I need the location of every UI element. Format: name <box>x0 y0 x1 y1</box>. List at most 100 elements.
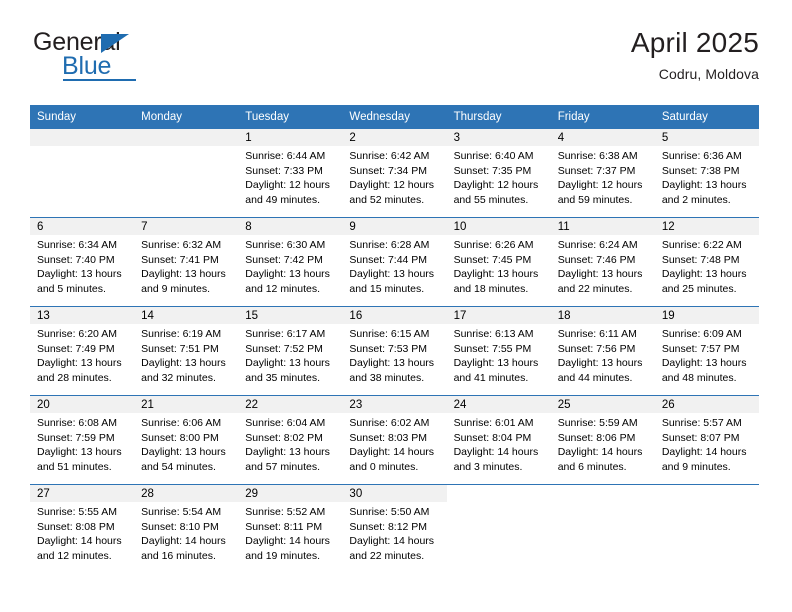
sunset-time: Sunset: 7:45 PM <box>453 253 532 266</box>
calendar-day-cell[interactable]: 10 Sunrise: 6:26 AM Sunset: 7:45 PM Dayligh… <box>446 217 551 307</box>
calendar-day-cell[interactable]: 4 Sunrise: 6:38 AM Sunset: 7:37 PM Daylight… <box>550 129 655 218</box>
daylight-duration-line2: and 51 minutes. <box>37 460 112 473</box>
sunrise-time: Sunrise: 5:52 AM <box>245 506 326 518</box>
calendar-day-cell[interactable]: 16 Sunrise: 6:15 AM Sunset: 7:53 PM Dayligh… <box>342 306 447 396</box>
calendar-day-cell[interactable]: 27 Sunrise: 5:55 AM Sunset: 8:08 PM Dayligh… <box>30 484 135 573</box>
day-cell-inner: 24 Sunrise: 6:01 AM Sunset: 8:04 PM Dayligh… <box>446 396 551 484</box>
calendar-day-cell[interactable]: 24 Sunrise: 6:01 AM Sunset: 8:04 PM Dayligh… <box>446 395 551 485</box>
daylight-duration-line2: and 2 minutes. <box>661 193 731 206</box>
daylight-duration-line2: and 44 minutes. <box>557 371 633 384</box>
day-cell-inner: 10 Sunrise: 6:26 AM Sunset: 7:45 PM Dayligh… <box>446 218 551 306</box>
daylight-duration-line2: and 59 minutes. <box>557 193 633 206</box>
calendar-day-cell[interactable]: 13 Sunrise: 6:20 AM Sunset: 7:49 PM Dayligh… <box>30 306 135 396</box>
daylight-duration-line2: and 22 minutes. <box>349 549 425 562</box>
day-details: Sunrise: 6:38 AM Sunset: 7:37 PM Daylight:… <box>551 146 655 207</box>
calendar-day-cell[interactable]: 14 Sunrise: 6:19 AM Sunset: 7:51 PM Dayligh… <box>134 306 239 396</box>
calendar-day-cell[interactable]: 6 Sunrise: 6:34 AM Sunset: 7:40 PM Daylight… <box>30 217 135 307</box>
day-details: Sunrise: 5:50 AM Sunset: 8:12 PM Daylight:… <box>342 502 446 563</box>
day-number: 23 <box>342 396 447 413</box>
day-number: 5 <box>654 129 759 146</box>
sunset-time: Sunset: 7:55 PM <box>453 342 532 355</box>
day-cell-inner: 8 Sunrise: 6:30 AM Sunset: 7:42 PM Daylight… <box>238 218 343 306</box>
sunset-time: Sunset: 7:56 PM <box>557 342 636 355</box>
daylight-duration-line2: and 35 minutes. <box>245 371 320 384</box>
sunset-time: Sunset: 7:59 PM <box>37 431 115 444</box>
calendar-day-cell[interactable]: 15 Sunrise: 6:17 AM Sunset: 7:52 PM Dayligh… <box>238 306 343 396</box>
calendar-week-row: 1 Sunrise: 6:44 AM Sunset: 7:33 PM Daylight… <box>30 129 759 218</box>
day-cell-inner: 5 Sunrise: 6:36 AM Sunset: 7:38 PM Daylight… <box>654 129 759 217</box>
daylight-duration-line2: and 12 minutes. <box>245 282 320 295</box>
sunset-time: Sunset: 8:08 PM <box>37 520 115 533</box>
daylight-duration-line1: Daylight: 14 hours <box>37 535 122 548</box>
calendar-day-cell[interactable]: 12 Sunrise: 6:22 AM Sunset: 7:48 PM Dayligh… <box>654 217 759 307</box>
calendar-day-cell[interactable]: 17 Sunrise: 6:13 AM Sunset: 7:55 PM Dayligh… <box>446 306 551 396</box>
calendar-day-cell[interactable]: 9 Sunrise: 6:28 AM Sunset: 7:44 PM Daylight… <box>342 217 447 307</box>
calendar-cell-empty <box>446 484 551 573</box>
daylight-duration-line2: and 52 minutes. <box>349 193 425 206</box>
daylight-duration-line1: Daylight: 14 hours <box>453 446 539 459</box>
logo-text-blue: Blue <box>62 52 112 80</box>
daylight-duration-line1: Daylight: 12 hours <box>453 179 539 192</box>
calendar-day-cell[interactable]: 26 Sunrise: 5:57 AM Sunset: 8:07 PM Dayligh… <box>654 395 759 485</box>
day-number: 18 <box>550 307 655 324</box>
daylight-duration-line2: and 18 minutes. <box>453 282 529 295</box>
daylight-duration-line1: Daylight: 13 hours <box>557 268 643 281</box>
calendar-day-cell[interactable]: 20 Sunrise: 6:08 AM Sunset: 7:59 PM Dayligh… <box>30 395 135 485</box>
day-details: Sunrise: 6:36 AM Sunset: 7:38 PM Daylight:… <box>655 146 759 207</box>
sunset-time: Sunset: 7:46 PM <box>557 253 636 266</box>
weekday-header-sunday: Sunday <box>30 105 135 129</box>
daylight-duration-line2: and 9 minutes. <box>141 282 211 295</box>
daylight-duration-line2: and 0 minutes. <box>349 460 419 473</box>
sunrise-time: Sunrise: 5:55 AM <box>37 506 117 518</box>
calendar-day-cell[interactable]: 8 Sunrise: 6:30 AM Sunset: 7:42 PM Daylight… <box>238 217 343 307</box>
daylight-duration-line1: Daylight: 13 hours <box>37 357 122 370</box>
day-number: 29 <box>238 485 343 502</box>
daylight-duration-line2: and 12 minutes. <box>37 549 112 562</box>
calendar-day-cell[interactable]: 7 Sunrise: 6:32 AM Sunset: 7:41 PM Daylight… <box>134 217 239 307</box>
day-cell-inner: 4 Sunrise: 6:38 AM Sunset: 7:37 PM Daylight… <box>550 129 655 217</box>
calendar-day-cell[interactable]: 19 Sunrise: 6:09 AM Sunset: 7:57 PM Dayligh… <box>654 306 759 396</box>
daylight-duration-line2: and 55 minutes. <box>453 193 529 206</box>
calendar-day-cell[interactable]: 5 Sunrise: 6:36 AM Sunset: 7:38 PM Daylight… <box>654 129 759 218</box>
sunrise-time: Sunrise: 5:54 AM <box>141 506 222 518</box>
sunrise-time: Sunrise: 6:13 AM <box>453 328 534 340</box>
calendar-day-cell[interactable]: 25 Sunrise: 5:59 AM Sunset: 8:06 PM Dayligh… <box>550 395 655 485</box>
day-cell-inner <box>134 129 239 217</box>
calendar-day-cell[interactable]: 18 Sunrise: 6:11 AM Sunset: 7:56 PM Dayligh… <box>550 306 655 396</box>
calendar-day-cell[interactable]: 2 Sunrise: 6:42 AM Sunset: 7:34 PM Daylight… <box>342 129 447 218</box>
day-details: Sunrise: 6:04 AM Sunset: 8:02 PM Daylight:… <box>238 413 342 474</box>
sunrise-time: Sunrise: 6:19 AM <box>141 328 222 340</box>
calendar-day-cell[interactable]: 30 Sunrise: 5:50 AM Sunset: 8:12 PM Dayligh… <box>342 484 447 573</box>
calendar-day-cell[interactable]: 11 Sunrise: 6:24 AM Sunset: 7:46 PM Dayligh… <box>550 217 655 307</box>
daylight-duration-line1: Daylight: 13 hours <box>661 179 747 192</box>
daylight-duration-line1: Daylight: 13 hours <box>141 446 226 459</box>
calendar-day-cell[interactable]: 3 Sunrise: 6:40 AM Sunset: 7:35 PM Daylight… <box>446 129 551 218</box>
sunset-time: Sunset: 7:37 PM <box>557 164 636 177</box>
day-number: 12 <box>654 218 759 235</box>
daylight-duration-line1: Daylight: 12 hours <box>349 179 435 192</box>
day-cell-inner <box>551 485 655 573</box>
calendar-day-cell[interactable]: 22 Sunrise: 6:04 AM Sunset: 8:02 PM Dayligh… <box>238 395 343 485</box>
daylight-duration-line2: and 28 minutes. <box>37 371 112 384</box>
sunset-time: Sunset: 7:42 PM <box>245 253 323 266</box>
day-cell-inner: 30 Sunrise: 5:50 AM Sunset: 8:12 PM Dayligh… <box>342 485 447 573</box>
weekday-header-wednesday: Wednesday <box>342 105 447 129</box>
day-number: 7 <box>134 218 239 235</box>
day-details: Sunrise: 6:42 AM Sunset: 7:34 PM Daylight:… <box>342 146 446 207</box>
sunrise-time: Sunrise: 6:38 AM <box>557 150 638 162</box>
sunset-time: Sunset: 7:57 PM <box>661 342 740 355</box>
sunset-time: Sunset: 7:53 PM <box>349 342 428 355</box>
calendar-day-cell[interactable]: 28 Sunrise: 5:54 AM Sunset: 8:10 PM Dayligh… <box>134 484 239 573</box>
day-number: 22 <box>238 396 343 413</box>
daylight-duration-line1: Daylight: 13 hours <box>141 357 226 370</box>
calendar-day-cell[interactable]: 23 Sunrise: 6:02 AM Sunset: 8:03 PM Dayligh… <box>342 395 447 485</box>
daylight-duration-line1: Daylight: 13 hours <box>245 357 330 370</box>
sunset-time: Sunset: 8:10 PM <box>141 520 219 533</box>
weekday-header-tuesday: Tuesday <box>238 105 343 129</box>
calendar-day-cell[interactable]: 21 Sunrise: 6:06 AM Sunset: 8:00 PM Dayligh… <box>134 395 239 485</box>
sunrise-time: Sunrise: 5:50 AM <box>349 506 430 518</box>
day-details: Sunrise: 6:11 AM Sunset: 7:56 PM Daylight:… <box>551 324 655 385</box>
calendar-day-cell[interactable]: 29 Sunrise: 5:52 AM Sunset: 8:11 PM Dayligh… <box>238 484 343 573</box>
calendar-day-cell[interactable]: 1 Sunrise: 6:44 AM Sunset: 7:33 PM Daylight… <box>238 129 343 218</box>
sunset-time: Sunset: 7:49 PM <box>37 342 115 355</box>
